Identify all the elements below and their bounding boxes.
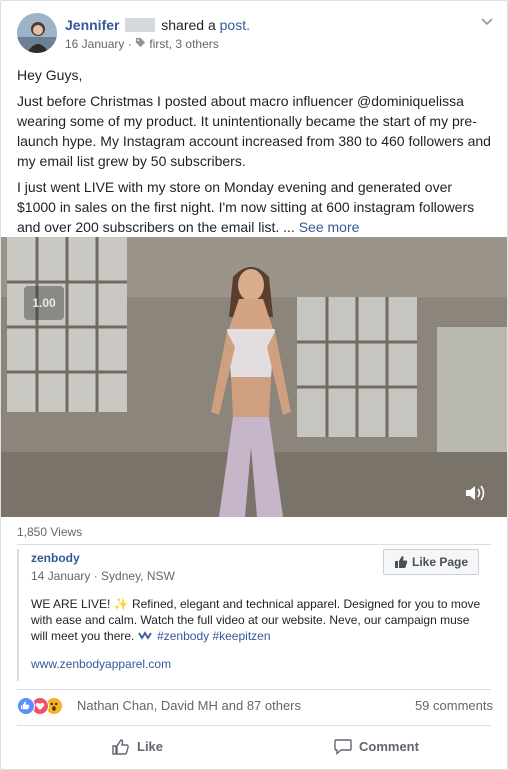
author-name[interactable]: Jennifer [65,17,119,33]
shared-post-url[interactable]: www.zenbodyapparel.com [31,657,171,671]
thumbs-up-icon [112,739,129,755]
shared-post: zenbody 14 January · Sydney, NSW Like Pa… [17,549,495,681]
shared-page-name[interactable]: zenbody [31,551,80,565]
post-paragraph: Just before Christmas I posted about mac… [17,93,491,169]
post-paragraph: Hey Guys, [17,67,83,83]
author-avatar[interactable] [17,13,57,53]
post-header: Jennifer shared a post. 16 January · fir… [17,13,493,57]
reactions-bar: Nathan Chan, David MH and 87 others 59 c… [17,695,493,717]
post-card: Jennifer shared a post. 16 January · fir… [0,0,508,770]
like-page-button[interactable]: Like Page [383,549,479,575]
post-body: Hey Guys, Just before Christmas I posted… [17,65,493,243]
hashtag-links[interactable]: #zenbody #keepitzen [157,629,270,643]
video-views: 1,850 Views [17,525,83,539]
volume-icon[interactable] [463,481,487,505]
comment-button-label: Comment [359,739,419,754]
like-reaction-icon [17,697,35,715]
divider [17,689,491,690]
shared-post-meta: 14 January · Sydney, NSW [31,569,175,583]
shared-text: shared a [161,17,216,33]
chevron-down-icon[interactable] [481,15,493,29]
video-frame [1,237,507,517]
divider [17,544,491,545]
post-paragraph: I just went LIVE with my store on Monday… [17,177,493,237]
playback-speed-button[interactable]: 1.00 [24,286,64,320]
reaction-icons[interactable] [17,697,75,715]
wave-icon [137,631,152,640]
redacted-surname [125,18,156,32]
shared-post-link[interactable]: post. [220,17,250,33]
thumbs-up-icon [395,556,408,568]
shared-post-text: WE ARE LIVE! ✨ Refined, elegant and tech… [31,596,481,644]
like-page-label: Like Page [412,555,469,569]
like-button-label: Like [137,739,164,754]
tag-icon [135,37,149,51]
author-line: Jennifer shared a post. [65,17,250,33]
post-date[interactable]: 16 January [65,37,124,51]
post-paragraph-text: I just went LIVE with my store on Monday… [17,179,475,235]
comments-count[interactable]: 59 comments [415,698,493,713]
reaction-names[interactable]: Nathan Chan, David MH and 87 others [77,698,301,713]
see-more-link[interactable]: See more [299,219,360,235]
post-audience[interactable]: first, 3 others [149,37,218,51]
meta-separator: · [127,37,136,51]
video-player[interactable]: 1.00 [1,237,507,517]
comment-button[interactable]: Comment [333,732,433,762]
like-button[interactable]: Like [111,732,191,762]
comment-icon [334,739,352,756]
post-meta: 16 January · first, 3 others [65,37,219,51]
divider [17,725,491,726]
